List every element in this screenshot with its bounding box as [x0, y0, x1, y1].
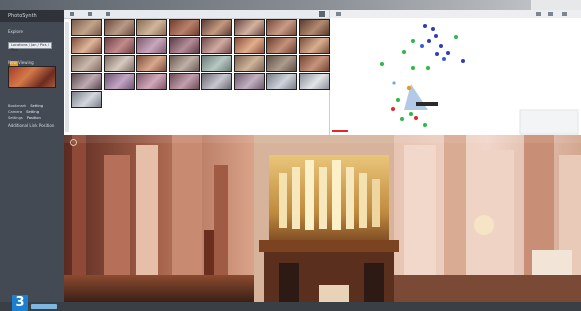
- photo-thumbnail[interactable]: [233, 19, 265, 36]
- grid-view-icon[interactable]: [70, 12, 74, 16]
- photo-thumbnail[interactable]: [168, 55, 200, 72]
- close-icon[interactable]: [319, 11, 325, 17]
- sort-icon[interactable]: [106, 12, 110, 16]
- photo-thumbnail[interactable]: [136, 19, 167, 36]
- location-select[interactable]: Locations / Jan / Pics / Pics: [8, 42, 52, 52]
- list-view-icon[interactable]: [88, 12, 92, 16]
- gallery-scrollbar[interactable]: [65, 22, 69, 132]
- camera-position-map[interactable]: [330, 18, 581, 135]
- panorama-toolbar: [64, 135, 581, 143]
- photo-thumbnail[interactable]: [201, 19, 232, 36]
- photo-thumbnail[interactable]: [71, 37, 102, 54]
- photo-thumbnail[interactable]: [298, 73, 330, 90]
- photo-thumbnail[interactable]: [233, 73, 265, 90]
- photo-thumbnail[interactable]: [103, 73, 135, 90]
- sidebar-footer: Additional Link Position: [8, 123, 55, 128]
- photo-thumbnail[interactable]: [103, 19, 135, 36]
- photo-thumbnail[interactable]: [201, 37, 232, 54]
- photo-thumbnail[interactable]: [201, 73, 232, 90]
- map-layers-icon[interactable]: [548, 12, 553, 16]
- photo-thumbnail[interactable]: [168, 37, 200, 54]
- map-tool-icon[interactable]: [336, 12, 341, 16]
- photo-thumbnail[interactable]: [298, 19, 330, 36]
- church-interior-photo: [64, 135, 581, 302]
- sidebar: PhotoSynth Explore Locations / Jan / Pic…: [0, 10, 64, 311]
- explore-label: Explore: [8, 29, 24, 34]
- photo-thumbnail[interactable]: [103, 37, 135, 54]
- map-close-icon[interactable]: [562, 12, 567, 16]
- thumbnail-grid: [71, 19, 330, 108]
- figure-number-badge: 3: [12, 295, 28, 311]
- map-zoom-icon[interactable]: [536, 12, 541, 16]
- photo-thumbnail[interactable]: [71, 73, 102, 90]
- photo-thumbnail[interactable]: [71, 91, 102, 108]
- now-viewing-panel: Now Viewing: [8, 60, 63, 88]
- photo-thumbnail[interactable]: [266, 73, 297, 90]
- current-photo-thumbnail[interactable]: [8, 66, 56, 88]
- window-title-strip: [0, 0, 581, 10]
- map-panel: [330, 10, 581, 135]
- photo-thumbnail[interactable]: [201, 55, 232, 72]
- photo-thumbnail[interactable]: [136, 37, 167, 54]
- photo-thumbnail[interactable]: [266, 37, 297, 54]
- photo-thumbnail[interactable]: [266, 19, 297, 36]
- info-rows: Bookmark Setting Camera Setting Settings…: [8, 103, 63, 129]
- photo-thumbnail[interactable]: [71, 55, 102, 72]
- camera-marker: [416, 102, 438, 106]
- photo-thumbnail[interactable]: [136, 55, 167, 72]
- info-key: Settings: [8, 116, 23, 120]
- photo-thumbnail[interactable]: [298, 55, 330, 72]
- gallery-toolbar: [64, 10, 329, 19]
- panorama-viewer[interactable]: [64, 135, 581, 302]
- title-strip-patch: [531, 0, 581, 10]
- photo-thumbnail[interactable]: [103, 55, 135, 72]
- photo-gallery-panel: [64, 10, 330, 135]
- photo-thumbnail[interactable]: [266, 55, 297, 72]
- photo-thumbnail[interactable]: [71, 19, 102, 36]
- photo-thumbnail[interactable]: [233, 55, 265, 72]
- info-row: Settings Position: [8, 115, 63, 121]
- info-value: Position: [26, 116, 41, 120]
- photo-thumbnail[interactable]: [136, 73, 167, 90]
- photo-thumbnail[interactable]: [168, 73, 200, 90]
- photo-thumbnail[interactable]: [233, 37, 265, 54]
- app-window: PhotoSynth Explore Locations / Jan / Pic…: [0, 0, 581, 311]
- photo-thumbnail[interactable]: [298, 37, 330, 54]
- zoom-icon[interactable]: [70, 139, 77, 146]
- photo-thumbnail[interactable]: [168, 19, 200, 36]
- sidebar-header: PhotoSynth: [0, 10, 64, 22]
- sidebar-action-button[interactable]: [31, 304, 57, 309]
